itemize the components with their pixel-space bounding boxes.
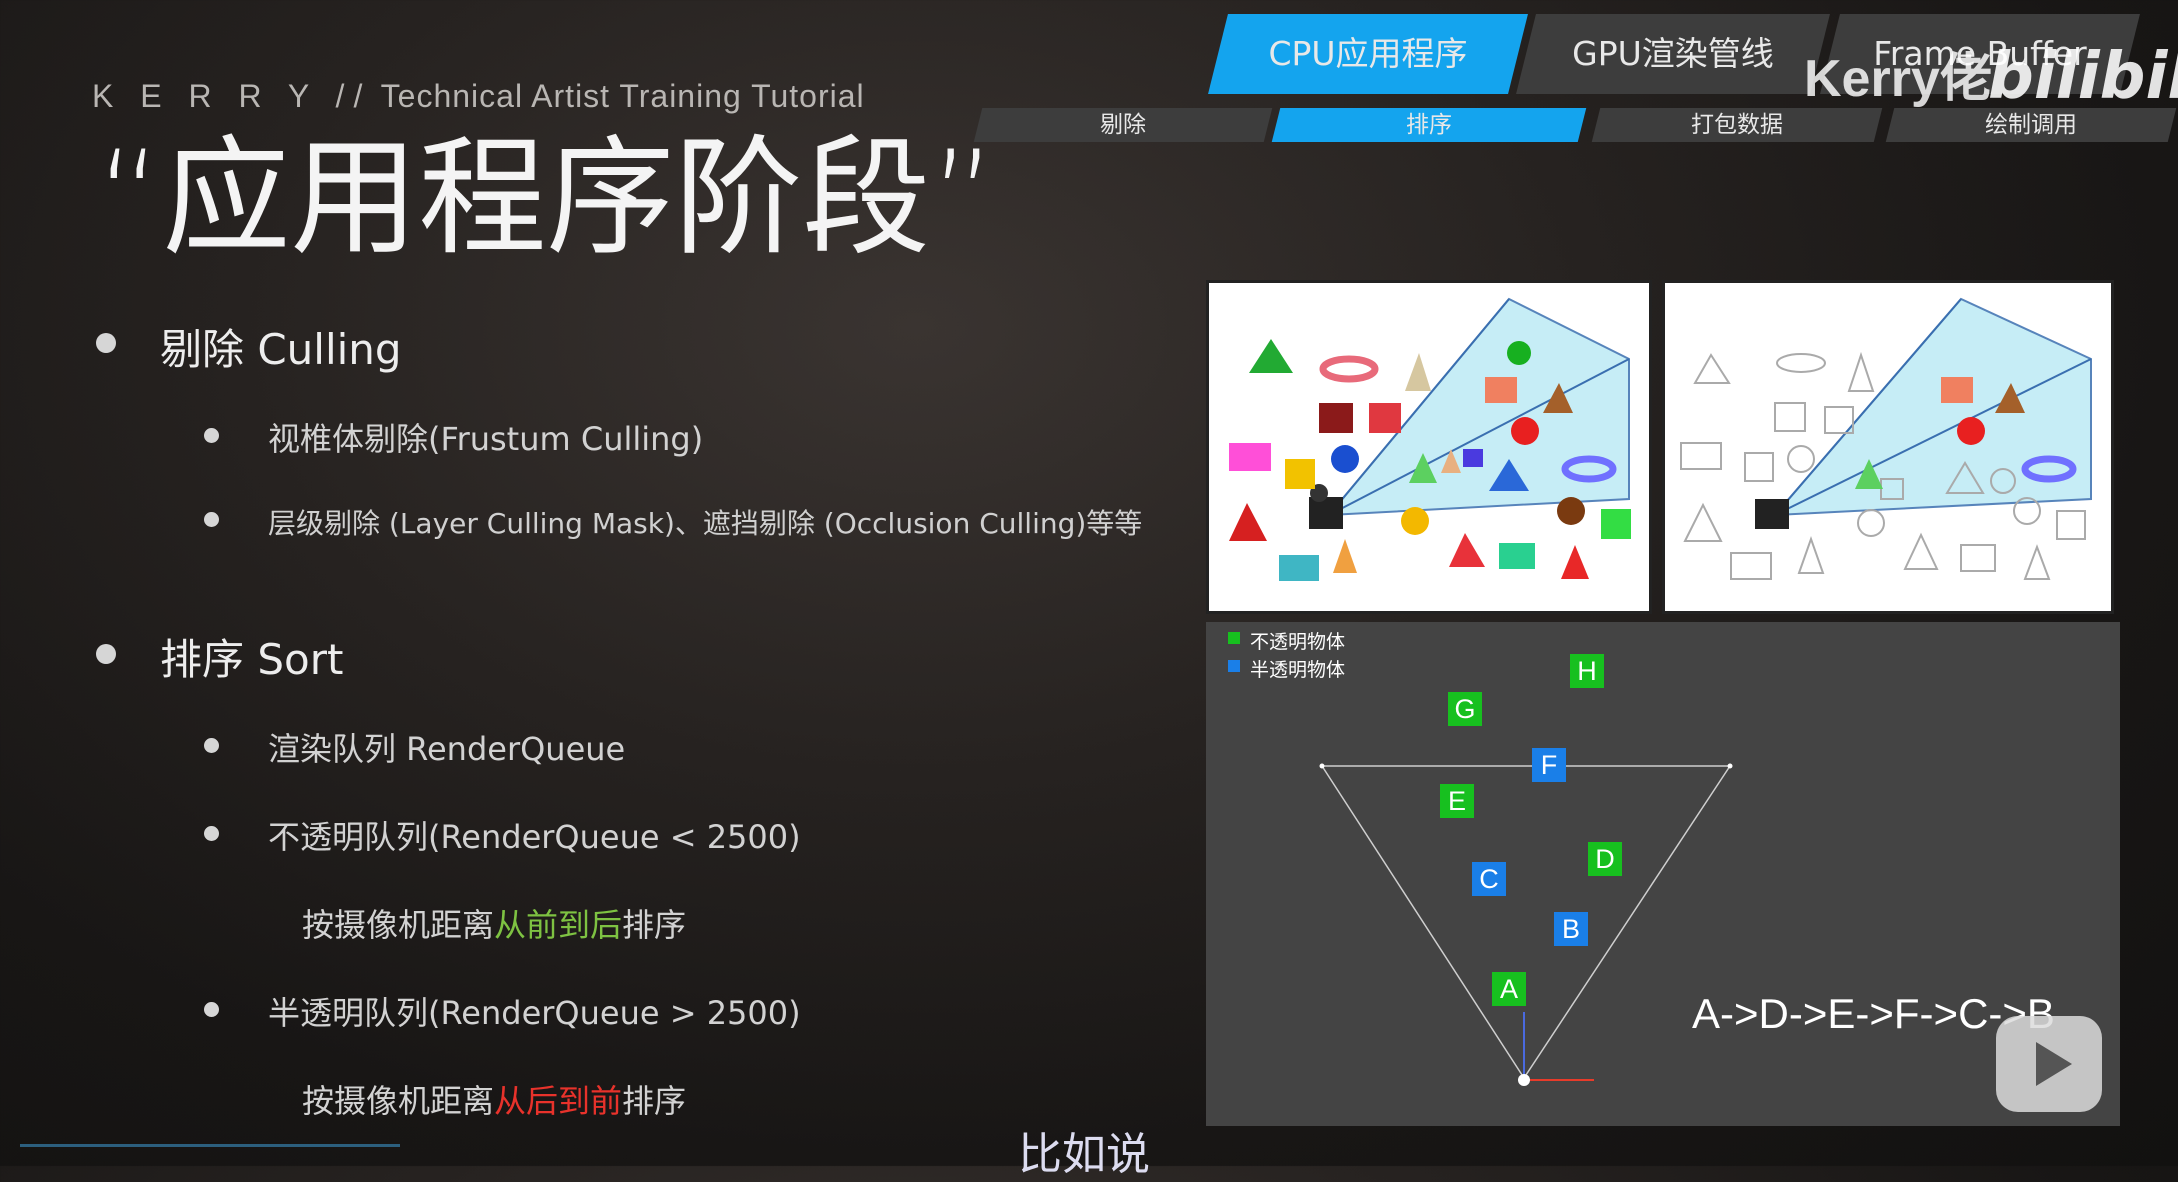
object-f: F xyxy=(1532,748,1566,782)
subtitle-caption: 比如说 xyxy=(1018,1129,1150,1180)
layer-occlusion-item: 层级剔除 (Layer Culling Mask)、遮挡剔除 (Occlusio… xyxy=(268,507,1143,540)
legend-transparent-label: 半透明物体 xyxy=(1250,659,1346,681)
transparent-sort-rule: 按摄像机距离从后到前排序 xyxy=(302,1082,687,1120)
object-h: H xyxy=(1570,654,1604,688)
play-icon xyxy=(2036,1042,2072,1086)
subtab-sort: 排序 xyxy=(1271,108,1587,142)
opaque-queue-item: 不透明队列(RenderQueue < 2500) xyxy=(268,818,801,856)
bullet-dot xyxy=(96,333,116,353)
render-queue-item: 渲染队列 RenderQueue xyxy=(268,730,626,768)
bullet-dot xyxy=(204,826,219,841)
legend-opaque-swatch xyxy=(1228,632,1240,644)
bullet-dot xyxy=(204,1002,219,1017)
bullet-dot xyxy=(204,512,219,527)
frustum-scene-image xyxy=(1206,280,1652,614)
play-button[interactable] xyxy=(1996,1016,2102,1112)
author-watermark: Kerry佬 xyxy=(1804,50,1992,108)
object-a: A xyxy=(1492,972,1526,1006)
legend-transparent-swatch xyxy=(1228,660,1240,672)
object-e: E xyxy=(1440,784,1474,818)
sort-heading: 排序 Sort xyxy=(160,635,344,684)
object-d: D xyxy=(1588,842,1622,876)
legend-opaque-label: 不透明物体 xyxy=(1250,631,1346,653)
opaque-sort-rule: 按摄像机距离从前到后排序 xyxy=(302,906,687,944)
tab-gpu-pipeline: GPU渲染管线 xyxy=(1516,14,1830,94)
bilibili-logo: bilibili xyxy=(1988,40,2178,114)
frustum-culled-image xyxy=(1662,280,2114,614)
bullet-dot xyxy=(204,428,219,443)
frustum-scene-illustration xyxy=(1229,297,1631,581)
object-g: G xyxy=(1448,692,1482,726)
slide-title: “应用程序阶段” xyxy=(96,124,997,273)
subtab-pack-data: 打包数据 xyxy=(1591,108,1883,142)
object-b: B xyxy=(1554,912,1588,946)
subtab-culling: 剔除 xyxy=(973,108,1273,142)
bullet-dot xyxy=(96,644,116,664)
object-c: C xyxy=(1472,862,1506,896)
sort-diagram-panel: 不透明物体 半透明物体 H G F E D C B A xyxy=(1206,622,2120,1126)
frustum-outline xyxy=(1319,763,1733,1086)
frustum-culling-item: 视椎体剔除(Frustum Culling) xyxy=(268,420,704,458)
transparent-queue-item: 半透明队列(RenderQueue > 2500) xyxy=(268,994,801,1032)
video-progress-bar[interactable] xyxy=(20,1144,400,1147)
tab-cpu-application: CPU应用程序 xyxy=(1208,14,1528,94)
bullet-dot xyxy=(204,738,219,753)
culling-heading: 剔除 Culling xyxy=(160,325,402,374)
slide-subtitle: K E R R Y // Technical Artist Training T… xyxy=(92,78,865,114)
frustum-culled-illustration xyxy=(1680,297,2092,580)
